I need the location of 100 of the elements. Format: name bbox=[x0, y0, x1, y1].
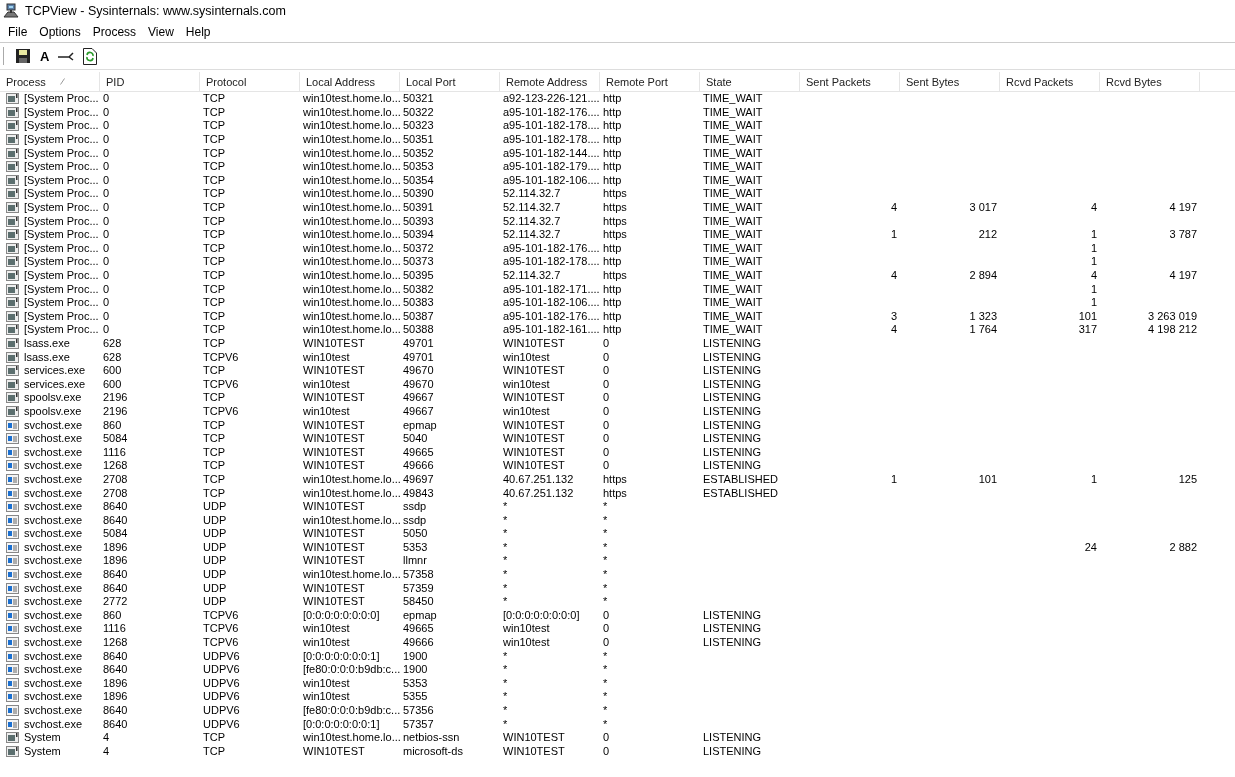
table-cell: a95-101-182-178.... bbox=[503, 119, 600, 133]
table-cell: WIN10TEST bbox=[303, 554, 365, 568]
table-cell: win10test bbox=[303, 377, 350, 391]
table-cell: [System Proc... bbox=[24, 282, 99, 296]
table-cell: * bbox=[603, 500, 608, 514]
table-cell: [0:0:0:0:0:0:0:1] bbox=[303, 649, 380, 663]
table-cell: win10test.home.lo... bbox=[303, 146, 401, 160]
table-cell: TIME_WAIT bbox=[703, 309, 763, 323]
menu-item[interactable]: Help bbox=[179, 25, 217, 39]
network-computers-icon bbox=[3, 3, 19, 19]
column-header[interactable]: PID bbox=[100, 72, 200, 91]
line-connector-icon[interactable] bbox=[58, 51, 75, 61]
column-header[interactable]: State bbox=[700, 72, 800, 91]
table-cell: win10test bbox=[303, 404, 350, 418]
table-cell: svchost.exe bbox=[24, 690, 83, 704]
table-cell: 1 bbox=[890, 472, 897, 486]
table-cell: ESTABLISHED bbox=[703, 486, 778, 500]
table-cell: 0 bbox=[603, 744, 610, 758]
menu-item[interactable]: View bbox=[142, 25, 180, 39]
table-cell: [System Proc... bbox=[24, 255, 99, 269]
table-cell: [System Proc... bbox=[24, 228, 99, 242]
column-header[interactable]: Remote Port bbox=[600, 72, 700, 91]
table-cell: TCP bbox=[203, 445, 225, 459]
table-cell: ssdp bbox=[403, 513, 427, 527]
table-cell: LISTENING bbox=[703, 744, 762, 758]
table-cell: win10test.home.lo... bbox=[303, 105, 401, 119]
menu-item[interactable]: File bbox=[2, 25, 34, 39]
table-cell: win10test bbox=[503, 622, 550, 636]
table-cell: TIME_WAIT bbox=[703, 146, 763, 160]
table-cell: 1 bbox=[1090, 255, 1097, 269]
table-cell: 49843 bbox=[403, 486, 434, 500]
table-cell: ESTABLISHED bbox=[703, 472, 778, 486]
table-cell: 0 bbox=[603, 459, 610, 473]
table-cell: [0:0:0:0:0:0:0:1] bbox=[303, 717, 380, 731]
table-cell: * bbox=[503, 717, 508, 731]
column-header[interactable]: Process bbox=[0, 72, 100, 91]
table-cell: 212 bbox=[978, 228, 997, 242]
table-cell: win10test.home.lo... bbox=[303, 214, 401, 228]
table-cell: LISTENING bbox=[703, 636, 762, 650]
table-cell: 0 bbox=[603, 731, 610, 745]
table-cell: svchost.exe bbox=[24, 636, 83, 650]
table-cell: win10test.home.lo... bbox=[303, 187, 401, 201]
font-button[interactable]: A bbox=[40, 48, 50, 64]
table-cell: 0 bbox=[103, 146, 110, 160]
table-cell: 860 bbox=[103, 608, 122, 622]
table-cell: 1896 bbox=[103, 690, 128, 704]
table-cell: a95-101-182-179.... bbox=[503, 160, 600, 174]
column-header[interactable]: Remote Address bbox=[500, 72, 600, 91]
table-cell: 4 197 bbox=[1169, 201, 1197, 215]
table-cell: [0:0:0:0:0:0:0:0] bbox=[303, 608, 380, 622]
table-cell: * bbox=[503, 581, 508, 595]
table-cell: microsoft-ds bbox=[403, 744, 463, 758]
table-cell: LISTENING bbox=[703, 445, 762, 459]
table-cell: a95-101-182-161.... bbox=[503, 323, 600, 337]
table-cell: 0 bbox=[103, 323, 110, 337]
table-cell: win10test.home.lo... bbox=[303, 228, 401, 242]
column-header[interactable]: Rcvd Packets bbox=[1000, 72, 1100, 91]
table-cell: UDPV6 bbox=[203, 676, 240, 690]
table-cell: LISTENING bbox=[703, 404, 762, 418]
table-cell: svchost.exe bbox=[24, 527, 83, 541]
table-cell: LISTENING bbox=[703, 622, 762, 636]
table-cell: WIN10TEST bbox=[503, 459, 565, 473]
table-cell: 4 bbox=[103, 731, 110, 745]
table-cell: spoolsv.exe bbox=[24, 404, 82, 418]
column-header[interactable]: Sent Packets bbox=[800, 72, 900, 91]
column-header[interactable]: Sent Bytes bbox=[900, 72, 1000, 91]
table-cell: System bbox=[24, 731, 61, 745]
table-cell: a95-101-182-176.... bbox=[503, 105, 600, 119]
table-cell: 50391 bbox=[403, 201, 434, 215]
table-cell: [System Proc... bbox=[24, 309, 99, 323]
table-cell: [System Proc... bbox=[24, 214, 99, 228]
save-icon[interactable] bbox=[15, 48, 31, 64]
table-cell: 1896 bbox=[103, 540, 128, 554]
table-cell: netbios-ssn bbox=[403, 731, 460, 745]
column-header[interactable]: Protocol bbox=[200, 72, 300, 91]
table-cell: [fe80:0:0:0:b9db:c... bbox=[303, 663, 401, 677]
table-cell: 0 bbox=[603, 418, 610, 432]
table-cell: 50390 bbox=[403, 187, 434, 201]
refresh-icon[interactable] bbox=[83, 47, 98, 65]
table-cell: WIN10TEST bbox=[503, 731, 565, 745]
table-cell: 0 bbox=[603, 377, 610, 391]
table-cell: [System Proc... bbox=[24, 296, 99, 310]
menu-item[interactable]: Options bbox=[33, 25, 87, 39]
table-cell: * bbox=[603, 513, 608, 527]
table-cell: 1 bbox=[890, 228, 897, 242]
table-cell: TCP bbox=[203, 744, 225, 758]
table-cell: * bbox=[503, 513, 508, 527]
table-cell: 0 bbox=[103, 92, 110, 106]
table-cell: [System Proc... bbox=[24, 146, 99, 160]
table-cell: TCP bbox=[203, 119, 225, 133]
table-cell: https bbox=[603, 214, 627, 228]
table-cell: * bbox=[503, 704, 508, 717]
column-header[interactable]: Local Port bbox=[400, 72, 500, 91]
table-cell: win10test bbox=[303, 636, 350, 650]
table-cell: win10test.home.lo... bbox=[303, 282, 401, 296]
column-header[interactable]: Local Address bbox=[300, 72, 400, 91]
table-cell: 0 bbox=[603, 337, 610, 350]
table-cell: spoolsv.exe bbox=[24, 391, 82, 405]
menu-item[interactable]: Process bbox=[86, 25, 143, 39]
column-header[interactable]: Rcvd Bytes bbox=[1100, 72, 1200, 91]
